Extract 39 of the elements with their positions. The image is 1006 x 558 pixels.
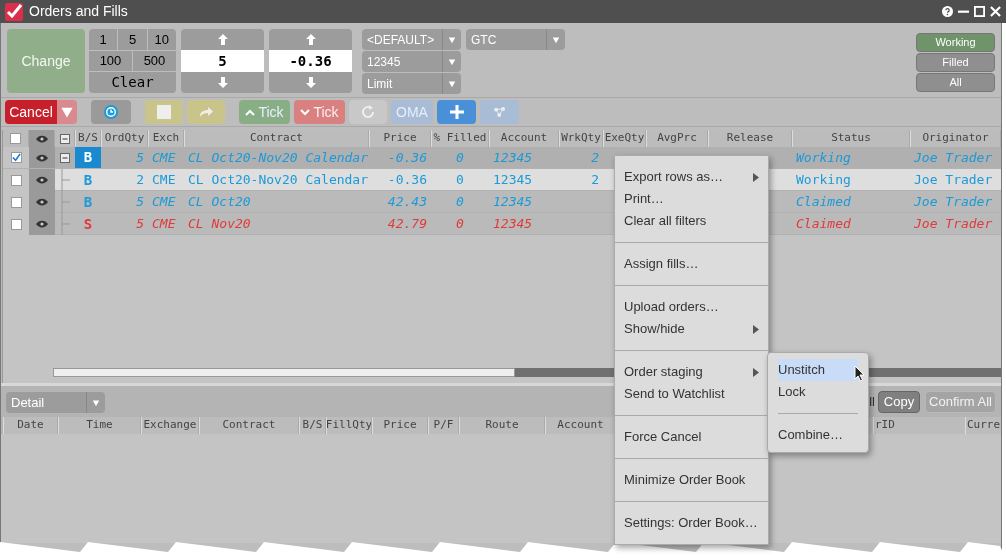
- table-cell-text: CME: [152, 171, 176, 190]
- table-cell-text: 5: [136, 215, 144, 234]
- table-cell-text: CL Oct20-Nov20 Calendar: [188, 148, 368, 167]
- table-cell-text: Joe Trader: [914, 193, 993, 212]
- table-cell-text: 5: [136, 193, 144, 212]
- table-cell-text: 2: [591, 171, 599, 190]
- table-cell-text: CL Nov20: [188, 215, 251, 234]
- window-title: Orders and Fills: [29, 2, 128, 21]
- table-cell-text: CME: [152, 148, 176, 167]
- table-cell-text: Claimed: [796, 215, 851, 234]
- table-cell-text: Joe Trader: [914, 148, 993, 167]
- table-cell-text: 0: [456, 215, 464, 234]
- table-cell-text: 12345: [493, 215, 533, 234]
- table-cell-text: Working: [796, 171, 851, 190]
- table-cell-text: CL Oct20: [188, 193, 251, 212]
- table-cell-text: 0: [456, 171, 464, 190]
- side-cell-text: S: [82, 214, 94, 234]
- table-cell-text: 12345: [493, 148, 533, 167]
- table-cell-text: Working: [796, 148, 851, 167]
- table-cell-text: Joe Trader: [914, 171, 993, 190]
- table-cell-text: 0: [456, 193, 464, 212]
- table-cell-text: CL Oct20-Nov20 Calendar: [188, 171, 368, 190]
- table-cell-text: 2: [136, 171, 144, 190]
- table-cell-text: CME: [152, 193, 176, 212]
- table-cell-text: 2: [591, 148, 599, 167]
- table-cell-text: 12345: [493, 171, 533, 190]
- table-cell-text: -0.36: [387, 171, 427, 190]
- table-cell-text: 5: [136, 148, 144, 167]
- table-cell-text: CME: [152, 215, 176, 234]
- side-cell: B: [75, 147, 101, 168]
- table-cell-text: -0.36: [387, 148, 427, 167]
- side-cell-text: B: [82, 170, 94, 190]
- table-cell-text: 12345: [493, 193, 533, 212]
- table-cell-text: Joe Trader: [914, 215, 993, 234]
- side-cell-text: B: [82, 192, 94, 212]
- table-cell-text: 42.79: [387, 215, 427, 234]
- table-cell-text: 42.43: [387, 193, 427, 212]
- table-cell-text: 0: [456, 148, 464, 167]
- table-cell-text: Claimed: [796, 193, 851, 212]
